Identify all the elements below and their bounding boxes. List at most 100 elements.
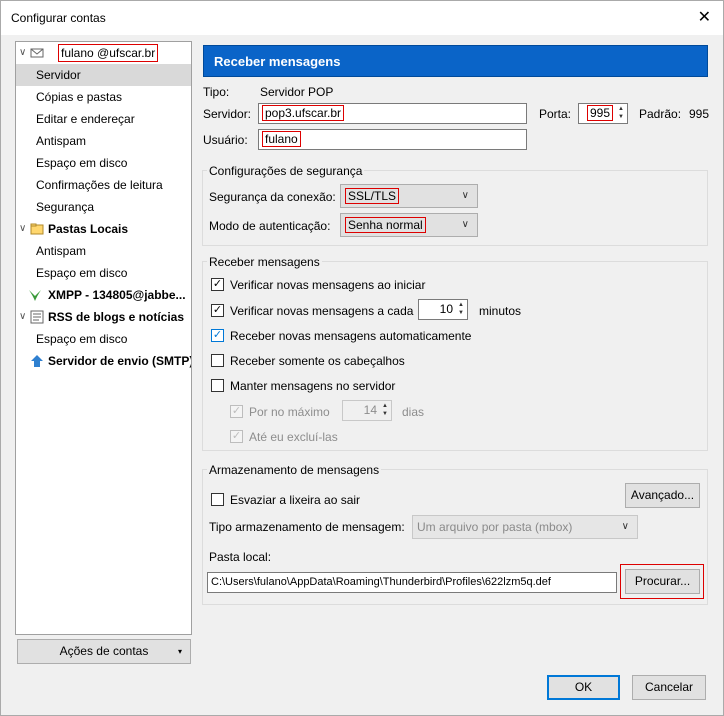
xmpp-icon xyxy=(29,290,41,301)
stepper-arrows-icon[interactable]: ▲ ▼ xyxy=(380,402,390,419)
storage-type-label: Tipo armazenamento de mensagem: xyxy=(209,520,405,534)
account-actions-button[interactable]: Ações de contas ▾ xyxy=(17,639,191,664)
tree-item-local-disk[interactable]: Espaço em disco xyxy=(16,262,191,284)
title-bar: Configurar contas ✕ xyxy=(1,1,723,35)
server-input[interactable]: pop3.ufscar.br xyxy=(258,103,527,124)
tree-item-label: Confirmações de leitura xyxy=(36,178,163,192)
user-input[interactable]: fulano xyxy=(258,129,527,150)
account-settings-dialog: Configurar contas ✕ ∨ fulano @ufscar.br … xyxy=(0,0,724,716)
headers-only-checkbox[interactable] xyxy=(211,354,224,367)
max-days-label: Por no máximo xyxy=(249,405,330,419)
tree-item-antispam[interactable]: Antispam xyxy=(16,130,191,152)
chevron-down-icon[interactable]: ∨ xyxy=(19,306,26,328)
tree-item-label: Servidor xyxy=(36,68,81,82)
minutes-label: minutos xyxy=(479,304,522,318)
storage-type-value: Um arquivo por pasta (mbox) xyxy=(417,520,573,534)
tree-item-label: Servidor de envio (SMTP) xyxy=(48,354,192,368)
days-label: dias xyxy=(402,405,425,419)
tree-item-label: Espaço em disco xyxy=(36,156,128,170)
auto-download-label: Receber novas mensagens automaticamente xyxy=(230,329,472,343)
tree-item-label: Cópias e pastas xyxy=(36,90,123,104)
tree-item-disk-space[interactable]: Espaço em disco xyxy=(16,152,191,174)
server-type-label: Tipo: xyxy=(203,85,230,99)
tree-account[interactable]: ∨ fulano @ufscar.br xyxy=(16,42,191,64)
receive-group-title: Receber mensagens xyxy=(207,255,322,269)
tree-item-label: Pastas Locais xyxy=(48,222,129,236)
connection-security-label: Segurança da conexão: xyxy=(209,190,336,204)
tree-local-folders[interactable]: ∨ Pastas Locais xyxy=(16,218,191,240)
local-folder-input[interactable]: C:\Users\fulano\AppData\Roaming\Thunderb… xyxy=(207,572,617,593)
page-title: Receber mensagens xyxy=(203,45,708,77)
chevron-down-icon[interactable]: ∨ xyxy=(19,218,26,240)
tree-item-label: Antispam xyxy=(36,244,87,258)
tree-xmpp[interactable]: XMPP - 134805@jabbe... xyxy=(16,284,191,306)
tree-rss[interactable]: ∨ RSS de blogs e notícias xyxy=(16,306,191,328)
advanced-button[interactable]: Avançado... xyxy=(625,483,700,508)
minutes-value: 10 xyxy=(439,302,453,316)
mail-icon xyxy=(30,48,44,58)
stepper-arrows-icon[interactable]: ▲ ▼ xyxy=(616,105,626,122)
tree-item-label: RSS de blogs e notícias xyxy=(48,310,185,324)
tree-smtp[interactable]: Servidor de envio (SMTP) xyxy=(16,350,191,372)
default-port-value: 995 xyxy=(689,107,710,121)
check-every-checkbox[interactable]: ✓ xyxy=(211,304,224,317)
folder-icon xyxy=(30,223,44,235)
tree-item-editar[interactable]: Editar e endereçar xyxy=(16,108,191,130)
tree-item-copias[interactable]: Cópias e pastas xyxy=(16,86,191,108)
headers-only-label: Receber somente os cabeçalhos xyxy=(230,354,405,368)
cancel-button[interactable]: Cancelar xyxy=(632,675,706,700)
tree-item-local-antispam[interactable]: Antispam xyxy=(16,240,191,262)
empty-trash-label: Esvaziar a lixeira ao sair xyxy=(230,493,361,507)
port-value: 995 xyxy=(586,105,613,121)
chevron-down-icon: ∨ xyxy=(621,521,629,532)
server-type-value: Servidor POP xyxy=(260,85,334,99)
security-group-title: Configurações de segurança xyxy=(207,164,365,178)
browse-button[interactable]: Procurar... xyxy=(625,569,700,594)
tree-item-label: Espaço em disco xyxy=(36,266,128,280)
tree-item-rss-disk[interactable]: Espaço em disco xyxy=(16,328,191,350)
empty-trash-checkbox[interactable] xyxy=(211,493,224,506)
leave-on-server-label: Manter mensagens no servidor xyxy=(230,379,396,393)
until-deleted-label: Até eu excluí-las xyxy=(249,430,338,444)
chevron-down-icon: ∨ xyxy=(461,219,469,230)
tree-item-servidor[interactable]: Servidor xyxy=(16,64,191,86)
max-days-checkbox[interactable]: ✓ xyxy=(230,405,243,418)
auth-method-select[interactable]: Senha normal ∨ xyxy=(340,213,478,237)
user-label: Usuário: xyxy=(203,133,248,147)
server-label: Servidor: xyxy=(203,107,252,121)
auto-download-checkbox[interactable]: ✓ xyxy=(211,329,224,342)
account-tree[interactable]: ∨ fulano @ufscar.br Servidor Cópias e pa… xyxy=(15,41,192,635)
check-every-label: Verificar novas mensagens a cada xyxy=(230,304,414,318)
max-days-value: 14 xyxy=(363,403,377,417)
auth-method-value: Senha normal xyxy=(345,217,426,233)
ok-button[interactable]: OK xyxy=(547,675,620,700)
tree-item-label: Editar e endereçar xyxy=(36,112,135,126)
tree-item-label: Segurança xyxy=(36,200,95,214)
close-icon[interactable]: ✕ xyxy=(698,7,711,27)
until-deleted-checkbox[interactable]: ✓ xyxy=(230,430,243,443)
connection-security-select[interactable]: SSL/TLS ∨ xyxy=(340,184,478,208)
port-stepper[interactable]: 995 ▲ ▼ xyxy=(578,103,628,124)
account-name: fulano @ufscar.br xyxy=(58,44,159,62)
tree-item-receipts[interactable]: Confirmações de leitura xyxy=(16,174,191,196)
max-days-stepper[interactable]: 14 ▲ ▼ xyxy=(342,400,392,421)
minutes-stepper[interactable]: 10 ▲ ▼ xyxy=(418,299,468,320)
leave-on-server-checkbox[interactable] xyxy=(211,379,224,392)
tree-item-label: Antispam xyxy=(36,134,87,148)
storage-type-select[interactable]: Um arquivo por pasta (mbox) ∨ xyxy=(412,515,638,539)
server-value: pop3.ufscar.br xyxy=(262,105,345,121)
local-folder-value: C:\Users\fulano\AppData\Roaming\Thunderb… xyxy=(211,576,551,588)
connection-security-value: SSL/TLS xyxy=(345,188,400,204)
stepper-arrows-icon[interactable]: ▲ ▼ xyxy=(456,301,466,318)
dropdown-arrow-icon: ▾ xyxy=(177,647,182,656)
chevron-down-icon: ∨ xyxy=(461,190,469,201)
local-folder-label: Pasta local: xyxy=(209,550,272,564)
rss-icon xyxy=(30,310,44,324)
window-title: Configurar contas xyxy=(11,11,106,25)
chevron-down-icon[interactable]: ∨ xyxy=(19,42,26,64)
tree-item-label: Espaço em disco xyxy=(36,332,128,346)
check-startup-checkbox[interactable]: ✓ xyxy=(211,278,224,291)
tree-item-security[interactable]: Segurança xyxy=(16,196,191,218)
storage-group-title: Armazenamento de mensagens xyxy=(207,463,382,477)
account-actions-label: Ações de contas xyxy=(59,644,149,658)
